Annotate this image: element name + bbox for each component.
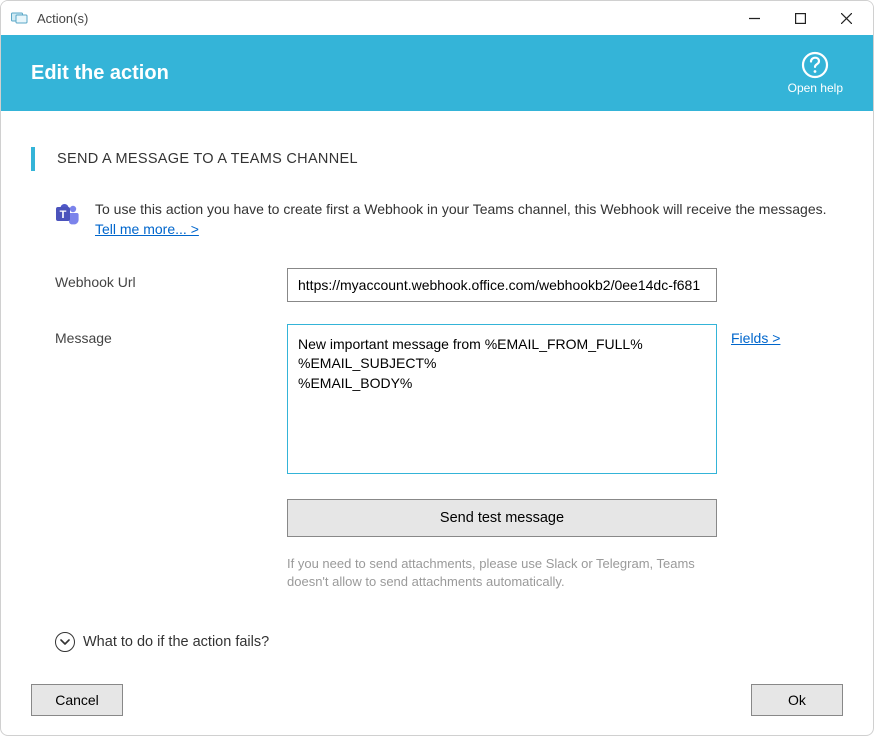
app-icon xyxy=(11,9,29,27)
webhook-label: Webhook Url xyxy=(55,268,287,290)
minimize-button[interactable] xyxy=(731,2,777,34)
attachment-hint: If you need to send attachments, please … xyxy=(287,555,717,593)
message-row: Message Fields > xyxy=(31,324,843,477)
ok-button[interactable]: Ok xyxy=(751,684,843,716)
banner-title: Edit the action xyxy=(31,62,788,85)
chevron-down-icon xyxy=(55,632,75,652)
maximize-button[interactable] xyxy=(777,2,823,34)
webhook-url-input[interactable] xyxy=(287,268,717,302)
info-text-prefix: To use this action you have to create fi… xyxy=(95,201,827,217)
fields-link[interactable]: Fields > xyxy=(731,330,780,346)
teams-icon: T xyxy=(55,201,81,227)
info-text: To use this action you have to create fi… xyxy=(95,199,843,240)
message-textarea[interactable] xyxy=(287,324,717,474)
fail-action-label: What to do if the action fails? xyxy=(83,634,269,650)
window-title: Action(s) xyxy=(37,11,88,26)
message-label: Message xyxy=(55,324,287,346)
info-row: T To use this action you have to create … xyxy=(31,199,843,240)
close-button[interactable] xyxy=(823,2,869,34)
footer: Cancel Ok xyxy=(1,665,873,735)
content: SEND A MESSAGE TO A TEAMS CHANNEL T To u… xyxy=(1,111,873,665)
cancel-button[interactable]: Cancel xyxy=(31,684,123,716)
send-test-message-button[interactable]: Send test message xyxy=(287,499,717,537)
section-title: SEND A MESSAGE TO A TEAMS CHANNEL xyxy=(31,147,843,171)
open-help-label: Open help xyxy=(788,81,843,95)
window: Action(s) Edit the action Open help SEND… xyxy=(0,0,874,736)
webhook-row: Webhook Url xyxy=(31,268,843,302)
titlebar: Action(s) xyxy=(1,1,873,35)
tell-me-more-link[interactable]: Tell me more... > xyxy=(95,221,199,237)
svg-text:T: T xyxy=(60,209,67,221)
banner: Edit the action Open help xyxy=(1,35,873,111)
hint-row: If you need to send attachments, please … xyxy=(31,555,843,593)
test-button-row: Send test message xyxy=(31,499,843,537)
open-help-button[interactable]: Open help xyxy=(788,51,843,95)
fail-action-expander[interactable]: What to do if the action fails? xyxy=(31,632,843,652)
